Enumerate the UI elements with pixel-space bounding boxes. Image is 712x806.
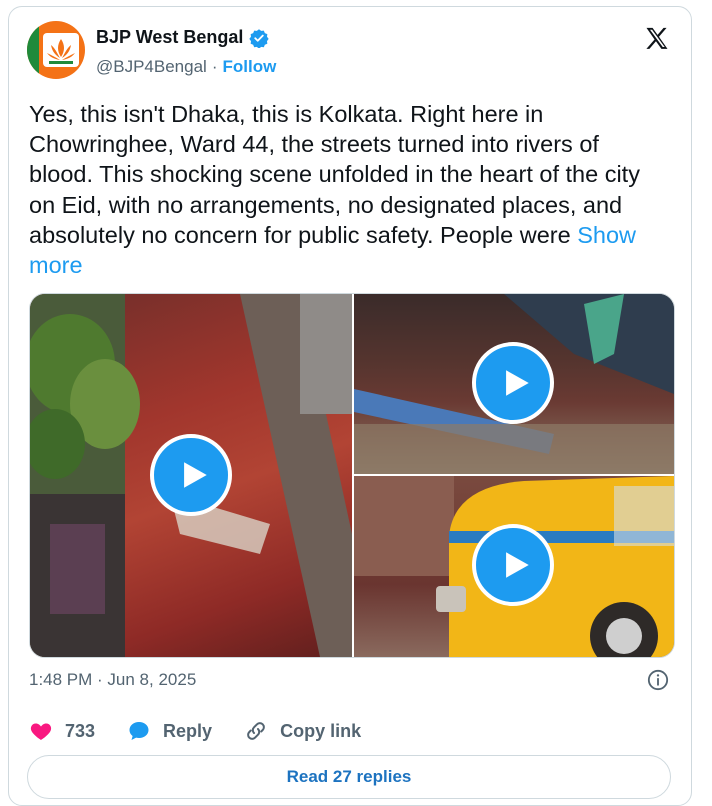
copy-link-label: Copy link — [280, 720, 362, 741]
like-count: 733 — [65, 720, 96, 741]
author-name-row: BJP West Bengal — [96, 27, 270, 48]
author-name[interactable]: BJP West Bengal — [96, 27, 243, 48]
read-replies-button[interactable]: Read 27 replies — [27, 755, 671, 799]
play-icon — [506, 370, 529, 396]
read-replies-label: Read 27 replies — [286, 767, 412, 786]
follow-button[interactable]: Follow — [223, 57, 277, 77]
play-button-3[interactable] — [472, 524, 554, 606]
video-thumbnail-3[interactable] — [354, 476, 674, 657]
play-button-2[interactable] — [472, 342, 554, 424]
reply-bubble-icon — [129, 722, 149, 740]
avatar[interactable] — [27, 21, 85, 79]
handle-separator: · — [211, 57, 218, 76]
media-grid — [29, 293, 675, 658]
play-icon — [506, 552, 529, 578]
author-handle-row: @BJP4Bengal · Follow — [96, 57, 276, 77]
reply-label: Reply — [163, 720, 213, 741]
tweet-timestamp[interactable]: 1:48 PM · Jun 8, 2025 — [29, 670, 196, 690]
link-icon — [247, 722, 265, 740]
verified-badge-icon — [249, 28, 270, 48]
tweet-body: Yes, this isn't Dhaka, this is Kolkata. … — [29, 101, 640, 248]
x-logo-icon[interactable] — [643, 25, 671, 53]
video-thumbnail-1[interactable] — [30, 294, 352, 657]
info-icon[interactable] — [647, 669, 669, 691]
like-button[interactable]: 733 — [29, 719, 95, 743]
play-button-1[interactable] — [150, 434, 232, 516]
action-bar: 733 Reply Copy link — [29, 719, 393, 743]
video-thumbnail-2[interactable] — [354, 294, 674, 474]
reply-button[interactable]: Reply — [127, 719, 212, 743]
lotus-logo-icon — [43, 33, 79, 67]
author-handle[interactable]: @BJP4Bengal — [96, 57, 207, 77]
copy-link-button[interactable]: Copy link — [244, 719, 361, 743]
flag-strip — [27, 21, 39, 79]
tweet-text: Yes, this isn't Dhaka, this is Kolkata. … — [29, 99, 669, 280]
heart-icon — [30, 723, 52, 740]
tweet-card: BJP West Bengal @BJP4Bengal · Follow Yes… — [8, 6, 692, 806]
play-icon — [184, 462, 207, 488]
